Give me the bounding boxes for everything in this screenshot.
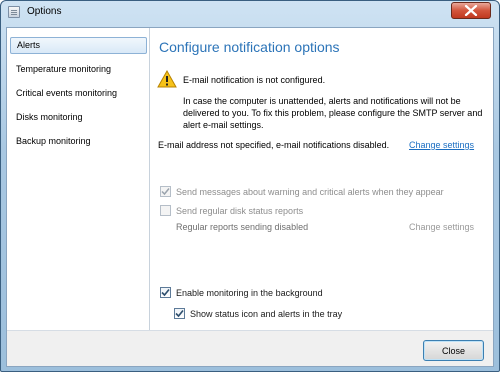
close-button[interactable]: Close (423, 340, 484, 361)
checkmark-icon (161, 188, 170, 196)
dialog-footer: Close (7, 330, 493, 366)
reports-change-settings-link: Change settings (409, 222, 475, 232)
title-bar[interactable]: Options (1, 1, 499, 23)
warning-title: E-mail notification is not configured. (183, 75, 326, 85)
send-warning-alerts-checkbox[interactable] (160, 186, 171, 197)
reports-status-text: Regular reports sending disabled (176, 222, 309, 232)
enable-monitoring-row: Enable monitoring in the background (160, 287, 323, 298)
change-settings-link[interactable]: Change settings (409, 140, 474, 150)
close-x-icon (464, 5, 478, 16)
show-tray-icon-label: Show status icon and alerts in the tray (190, 308, 343, 319)
sidebar-item-critical-events-monitoring[interactable]: Critical events monitoring (10, 85, 147, 102)
send-warning-alerts-label: Send messages about warning and critical… (176, 186, 444, 197)
send-disk-reports-label: Send regular disk status reports (176, 205, 304, 216)
checkmark-icon (161, 288, 170, 297)
send-disk-reports-row: Send regular disk status reports (160, 205, 303, 216)
show-tray-icon-checkbox[interactable] (174, 308, 185, 319)
page-title: Configure notification options (159, 39, 340, 55)
send-disk-reports-checkbox[interactable] (160, 205, 171, 216)
show-tray-icon-row: Show status icon and alerts in the tray (174, 308, 342, 319)
sidebar: Alerts Temperature monitoring Critical e… (7, 28, 150, 330)
alerts-panel: Configure notification options E-mail no… (151, 28, 493, 330)
window-close-button[interactable] (451, 2, 491, 19)
options-app-icon (8, 6, 20, 18)
enable-monitoring-checkbox[interactable] (160, 287, 171, 298)
dialog-client-area: Alerts Temperature monitoring Critical e… (6, 27, 494, 367)
sidebar-item-alerts[interactable]: Alerts (10, 37, 147, 54)
warning-triangle-icon (157, 70, 177, 88)
window-title: Options (27, 6, 62, 17)
checkmark-icon (175, 309, 184, 318)
enable-monitoring-label: Enable monitoring in the background (176, 287, 323, 298)
sidebar-item-disks-monitoring[interactable]: Disks monitoring (10, 109, 147, 126)
sidebar-item-backup-monitoring[interactable]: Backup monitoring (10, 133, 147, 150)
options-window: Options Alerts Temperature monitoring Cr… (0, 0, 500, 372)
sidebar-item-temperature-monitoring[interactable]: Temperature monitoring (10, 61, 147, 78)
send-warning-alerts-row: Send messages about warning and critical… (160, 186, 444, 197)
warning-description: In case the computer is unattended, aler… (183, 96, 483, 130)
email-status-text: E-mail address not specified, e-mail not… (158, 140, 390, 150)
